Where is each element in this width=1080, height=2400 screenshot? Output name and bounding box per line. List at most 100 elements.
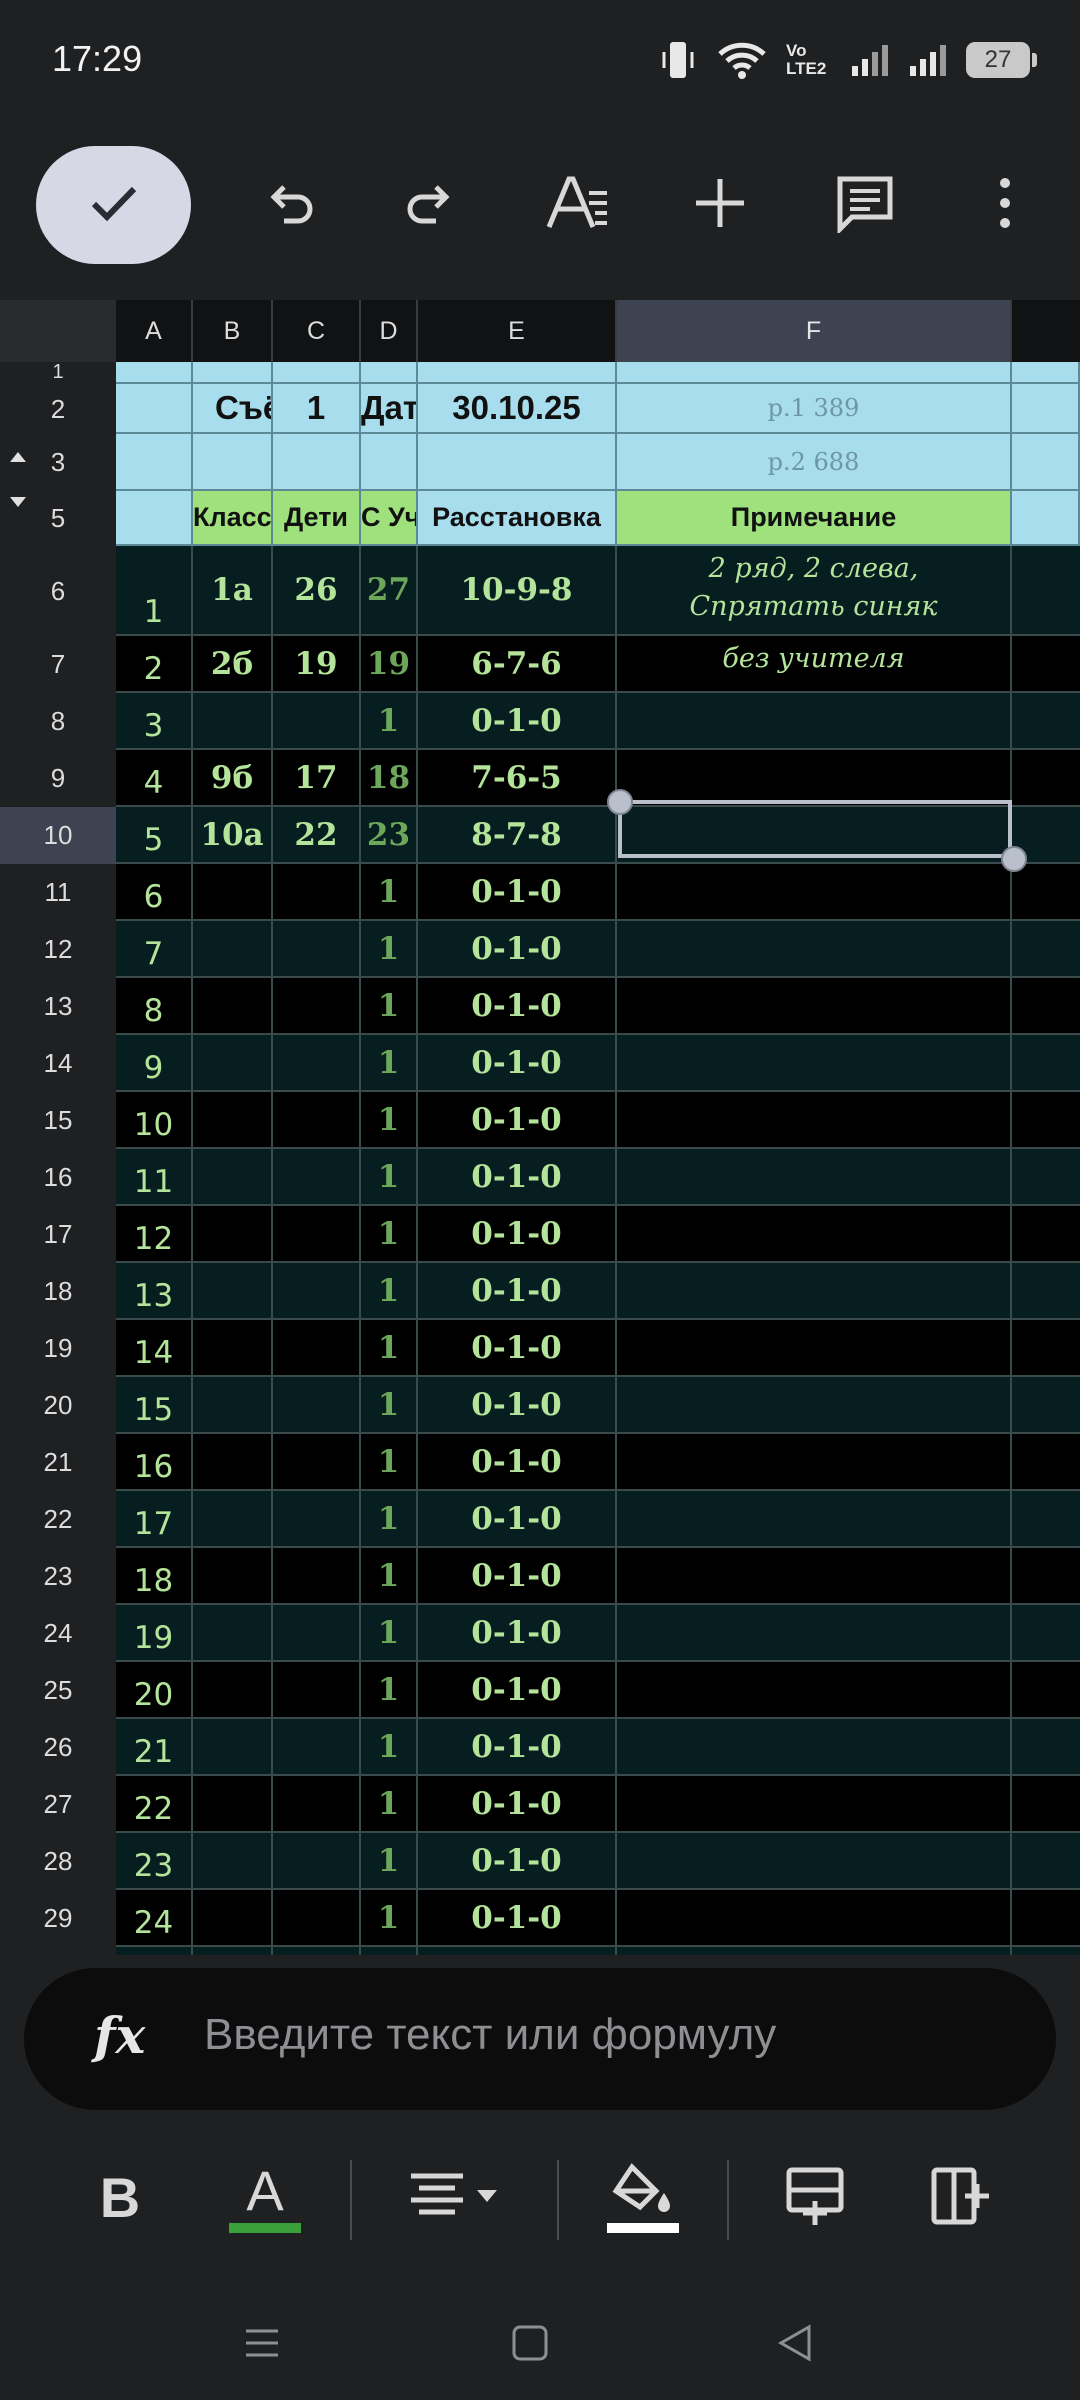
- column-header-g[interactable]: [1012, 300, 1080, 362]
- cell-a6[interactable]: 1: [116, 546, 193, 636]
- cell-d19[interactable]: 1: [361, 1320, 418, 1377]
- home-button[interactable]: [490, 2305, 570, 2385]
- cell-e16[interactable]: 0-1-0: [418, 1149, 617, 1206]
- cell-c11[interactable]: [273, 864, 361, 921]
- selection-handle-bottom-right[interactable]: [1001, 846, 1027, 872]
- cell-b10[interactable]: 10а: [193, 807, 273, 864]
- cell-a27[interactable]: 22: [116, 1776, 193, 1833]
- expand-up-icon[interactable]: [10, 452, 26, 462]
- cell-d29[interactable]: 1: [361, 1890, 418, 1947]
- cell-g16[interactable]: [1012, 1149, 1080, 1206]
- cell-f18[interactable]: [617, 1263, 1012, 1320]
- cell-b18[interactable]: [193, 1263, 273, 1320]
- cell-e11[interactable]: 0-1-0: [418, 864, 617, 921]
- cell-f17[interactable]: [617, 1206, 1012, 1263]
- cell-g8[interactable]: [1012, 693, 1080, 750]
- cell-f26[interactable]: [617, 1719, 1012, 1776]
- cell-a1[interactable]: [116, 362, 193, 384]
- cell-a26[interactable]: 21: [116, 1719, 193, 1776]
- cell-e18[interactable]: 0-1-0: [418, 1263, 617, 1320]
- cell-d24[interactable]: 1: [361, 1605, 418, 1662]
- cell-c2[interactable]: 1: [273, 384, 361, 434]
- cell-d14[interactable]: 1: [361, 1035, 418, 1092]
- cell-b11[interactable]: [193, 864, 273, 921]
- cell-d3[interactable]: [361, 434, 418, 491]
- cell-a2[interactable]: [116, 384, 193, 434]
- cell-c16[interactable]: [273, 1149, 361, 1206]
- cell-g9[interactable]: [1012, 750, 1080, 807]
- cell-f11[interactable]: [617, 864, 1012, 921]
- cell-e20[interactable]: 0-1-0: [418, 1377, 617, 1434]
- cell-b25[interactable]: [193, 1662, 273, 1719]
- redo-button[interactable]: [390, 135, 470, 275]
- cell-g23[interactable]: [1012, 1548, 1080, 1605]
- cell-g14[interactable]: [1012, 1035, 1080, 1092]
- cell-b27[interactable]: [193, 1776, 273, 1833]
- row-header-7[interactable]: 7: [0, 636, 116, 693]
- cell-g30[interactable]: [1012, 1947, 1080, 1955]
- cell-f5[interactable]: Примечание: [617, 491, 1012, 546]
- confirm-button[interactable]: [36, 146, 191, 264]
- cell-c29[interactable]: [273, 1890, 361, 1947]
- spreadsheet-grid[interactable]: A B C D E F 12Съём до1Дата30.10.25р.1 38…: [0, 300, 1080, 1955]
- column-header-e[interactable]: E: [418, 300, 617, 362]
- cell-c25[interactable]: [273, 1662, 361, 1719]
- align-button[interactable]: [400, 2130, 510, 2265]
- column-header-b[interactable]: B: [193, 300, 273, 362]
- row-header-1[interactable]: 1: [0, 361, 116, 384]
- cell-g17[interactable]: [1012, 1206, 1080, 1263]
- cell-a18[interactable]: 13: [116, 1263, 193, 1320]
- cell-b20[interactable]: [193, 1377, 273, 1434]
- cell-a25[interactable]: 20: [116, 1662, 193, 1719]
- cell-f12[interactable]: [617, 921, 1012, 978]
- cell-f14[interactable]: [617, 1035, 1012, 1092]
- cell-d20[interactable]: 1: [361, 1377, 418, 1434]
- cell-e14[interactable]: 0-1-0: [418, 1035, 617, 1092]
- cell-a9[interactable]: 4: [116, 750, 193, 807]
- cell-c26[interactable]: [273, 1719, 361, 1776]
- cell-e1[interactable]: [418, 362, 617, 384]
- cell-a16[interactable]: 11: [116, 1149, 193, 1206]
- cell-b17[interactable]: [193, 1206, 273, 1263]
- cell-b23[interactable]: [193, 1548, 273, 1605]
- cell-b12[interactable]: [193, 921, 273, 978]
- cell-f23[interactable]: [617, 1548, 1012, 1605]
- cell-c24[interactable]: [273, 1605, 361, 1662]
- cell-a10[interactable]: 5: [116, 807, 193, 864]
- cell-c9[interactable]: 17: [273, 750, 361, 807]
- cell-c30[interactable]: [273, 1947, 361, 1955]
- row-header-14[interactable]: 14: [0, 1035, 116, 1092]
- cell-d8[interactable]: 1: [361, 693, 418, 750]
- cell-e3[interactable]: [418, 434, 617, 491]
- cell-g3[interactable]: [1012, 434, 1080, 491]
- insert-column-button[interactable]: [920, 2130, 1000, 2265]
- row-header-15[interactable]: 15: [0, 1092, 116, 1149]
- cell-b29[interactable]: [193, 1890, 273, 1947]
- cell-g19[interactable]: [1012, 1320, 1080, 1377]
- row-header-13[interactable]: 13: [0, 978, 116, 1035]
- formula-input[interactable]: Введите текст или формулу: [204, 2010, 776, 2060]
- row-header-20[interactable]: 20: [0, 1377, 116, 1434]
- cell-b28[interactable]: [193, 1833, 273, 1890]
- cell-d16[interactable]: 1: [361, 1149, 418, 1206]
- cell-f22[interactable]: [617, 1491, 1012, 1548]
- row-header-28[interactable]: 28: [0, 1833, 116, 1890]
- cell-b16[interactable]: [193, 1149, 273, 1206]
- cell-e21[interactable]: 0-1-0: [418, 1434, 617, 1491]
- cell-c19[interactable]: [273, 1320, 361, 1377]
- cell-a24[interactable]: 19: [116, 1605, 193, 1662]
- cell-e5[interactable]: Расстановка: [418, 491, 617, 546]
- cell-c12[interactable]: [273, 921, 361, 978]
- row-header-16[interactable]: 16: [0, 1149, 116, 1206]
- cell-b30[interactable]: [193, 1947, 273, 1955]
- cell-e17[interactable]: 0-1-0: [418, 1206, 617, 1263]
- cell-c7[interactable]: 19: [273, 636, 361, 693]
- cell-b26[interactable]: [193, 1719, 273, 1776]
- cell-c14[interactable]: [273, 1035, 361, 1092]
- cell-g25[interactable]: [1012, 1662, 1080, 1719]
- cell-e25[interactable]: 0-1-0: [418, 1662, 617, 1719]
- cell-f6[interactable]: 2 ряд, 2 слева, Спрятать синяк: [617, 546, 1012, 636]
- cell-g5[interactable]: [1012, 491, 1080, 546]
- cell-d30[interactable]: 1: [361, 1947, 418, 1955]
- cell-e10[interactable]: 8-7-8: [418, 807, 617, 864]
